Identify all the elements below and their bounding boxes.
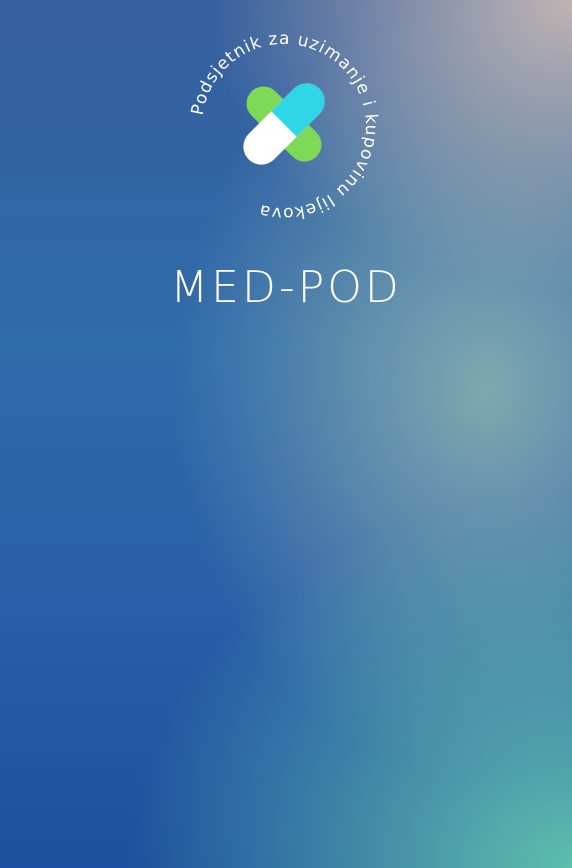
app-logo: Podsjetnik za uzimanje i kupovinu lijeko… xyxy=(186,28,382,224)
pill-cross-icon xyxy=(243,83,325,165)
app-title: MED-POD xyxy=(170,262,402,313)
